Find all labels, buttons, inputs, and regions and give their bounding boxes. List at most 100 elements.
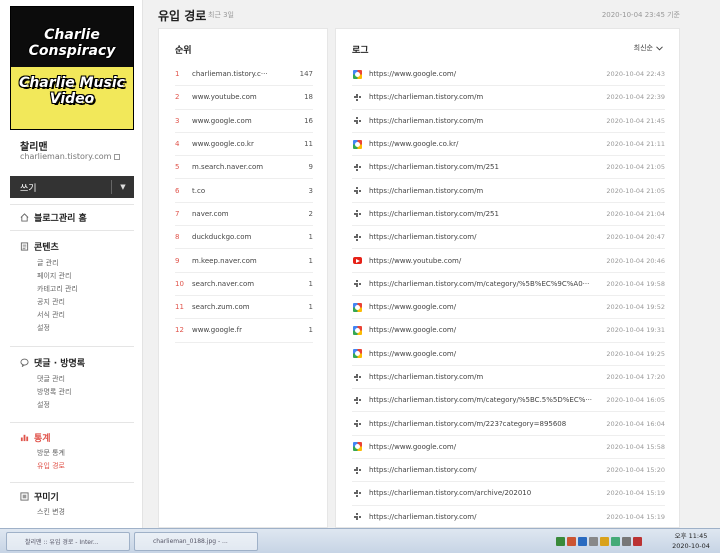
log-heading: 로그 (352, 46, 369, 56)
tray-app-icon[interactable] (589, 537, 598, 546)
log-time: 2020-10-04 20:46 (606, 256, 665, 265)
log-url-link[interactable]: https://charlieman.tistory.com/m (369, 187, 606, 195)
nav-item-page-manage[interactable]: 페이지 관리 (37, 271, 71, 281)
blog-name[interactable]: 찰리맨 (20, 138, 48, 153)
rank-row[interactable]: 2 www.youtube.com 18 (175, 86, 313, 110)
log-row[interactable]: https://www.google.com/2020-10-04 22:43 (352, 63, 665, 87)
rank-count: 16 (304, 116, 313, 125)
rank-row[interactable]: 8 duckduckgo.com 1 (175, 226, 313, 250)
nav-item-content-settings[interactable]: 설정 (37, 323, 50, 333)
blog-thumbnail[interactable]: Charlie Conspiracy Charlie Music Video (10, 6, 134, 130)
rank-count: 1 (308, 303, 313, 312)
log-row[interactable]: https://charlieman.tistory.com/m 2020-10-… (352, 179, 665, 203)
log-url-link[interactable]: https://charlieman.tistory.com/m/categor… (369, 396, 606, 404)
log-url-link[interactable]: https://charlieman.tistory.com/archive/2… (369, 489, 606, 497)
log-url-link[interactable]: https://www.google.com/ (369, 70, 606, 78)
network-icon[interactable] (611, 537, 620, 546)
nav-item-referrer[interactable]: 유입 경로 (37, 461, 65, 471)
nav-item-guestbook-manage[interactable]: 방명록 관리 (37, 387, 71, 397)
log-row[interactable]: https://www.google.com/2020-10-04 19:31 (352, 319, 665, 343)
log-url-link[interactable]: https://www.google.com/ (369, 443, 606, 451)
log-row[interactable]: https://www.youtube.com/2020-10-04 20:46 (352, 249, 665, 273)
nav-item-template-manage[interactable]: 서식 관리 (37, 310, 65, 320)
log-url-link[interactable]: https://charlieman.tistory.com/ (369, 233, 606, 241)
rank-row[interactable]: 12 www.google.fr 1 (175, 319, 313, 343)
log-row[interactable]: https://charlieman.tistory.com/m/categor… (352, 273, 665, 296)
volume-icon[interactable] (622, 537, 631, 546)
nav-section-stats[interactable]: 통계 (20, 431, 51, 444)
log-url-link[interactable]: https://www.youtube.com/ (369, 257, 606, 265)
log-url-link[interactable]: https://www.google.com/ (369, 303, 606, 311)
log-row[interactable]: https://charlieman.tistory.com/m/251 2020… (352, 203, 665, 227)
rank-row[interactable]: 4 www.google.co.kr 11 (175, 133, 313, 157)
nav-item-visit-stats[interactable]: 방문 통계 (37, 448, 65, 458)
rank-row[interactable]: 6 t.co 3 (175, 179, 313, 203)
rank-site: www.google.fr (192, 326, 243, 335)
log-url-link[interactable]: https://charlieman.tistory.com/m (369, 117, 606, 125)
log-url-link[interactable]: https://charlieman.tistory.com/m/categor… (369, 280, 606, 288)
nav-section-contents[interactable]: 콘텐츠 (20, 240, 59, 253)
log-url-link[interactable]: https://charlieman.tistory.com/m/251 (369, 210, 606, 218)
nav-item-category-manage[interactable]: 카테고리 관리 (37, 284, 78, 294)
log-row[interactable]: https://charlieman.tistory.com/2020-10-0… (352, 459, 665, 483)
sort-dropdown[interactable]: 최신순 (634, 43, 663, 53)
rank-row[interactable]: 9 m.keep.naver.com 1 (175, 249, 313, 273)
rank-row[interactable]: 1 charlieman.tistory.c··· 147 (175, 63, 313, 87)
rank-row[interactable]: 7 naver.com 2 (175, 203, 313, 227)
nav-home[interactable]: 블로그관리 홈 (20, 211, 87, 224)
blog-url-link[interactable]: charlieman.tistory.com (20, 152, 121, 161)
log-row[interactable]: https://charlieman.tistory.com/m/categor… (352, 389, 665, 413)
tray-app-icon[interactable] (600, 537, 609, 546)
log-time: 2020-10-04 15:19 (606, 489, 665, 498)
write-button[interactable]: 쓰기 ▼ (10, 176, 134, 198)
log-row[interactable]: https://charlieman.tistory.com/archive/2… (352, 482, 665, 506)
log-row[interactable]: https://www.google.com/2020-10-04 19:52 (352, 296, 665, 320)
log-url-link[interactable]: https://charlieman.tistory.com/m/251 (369, 163, 606, 171)
nav-item-skin-change[interactable]: 스킨 변경 (37, 507, 65, 517)
log-url-link[interactable]: https://www.google.com/ (369, 350, 606, 358)
log-url-link[interactable]: https://www.google.com/ (369, 326, 606, 334)
flag-icon[interactable] (633, 537, 642, 546)
nav-section-title: 콘텐츠 (34, 243, 59, 253)
tray-app-icon[interactable] (556, 537, 565, 546)
taskbar-button[interactable]: 찰리맨 :: 유입 경로 - Inter... (6, 532, 130, 551)
log-url-link[interactable]: https://charlieman.tistory.com/m (369, 373, 606, 381)
rank-row[interactable]: 5 m.search.naver.com 9 (175, 156, 313, 180)
nav-section-comments[interactable]: 댓글 · 방명록 (20, 356, 85, 369)
log-row[interactable]: https://charlieman.tistory.com/m 2020-10-… (352, 86, 665, 110)
tistory-icon (352, 279, 362, 289)
log-url-link[interactable]: https://charlieman.tistory.com/ (369, 466, 606, 474)
system-tray[interactable] (556, 532, 664, 551)
log-row[interactable]: https://www.google.com/2020-10-04 19:25 (352, 343, 665, 366)
tray-app-icon[interactable] (567, 537, 576, 546)
nav-item-notice-manage[interactable]: 공지 관리 (37, 297, 65, 307)
log-row[interactable]: https://charlieman.tistory.com/m 2020-10-… (352, 110, 665, 133)
rank-row[interactable]: 11 search.zum.com 1 (175, 296, 313, 320)
log-row[interactable]: https://charlieman.tistory.com/m/251 2020… (352, 156, 665, 180)
taskbar-clock[interactable]: 오후 11:45 2020-10-04 (666, 531, 716, 551)
rank-row[interactable]: 10 search.naver.com 1 (175, 273, 313, 296)
log-row[interactable]: https://charlieman.tistory.com/2020-10-0… (352, 226, 665, 250)
rank-row[interactable]: 3 www.google.com 16 (175, 110, 313, 133)
log-url-link[interactable]: https://www.google.co.kr/ (369, 140, 606, 148)
rank-count: 1 (308, 279, 313, 288)
log-url-link[interactable]: https://charlieman.tistory.com/m (369, 93, 606, 101)
chevron-down-icon[interactable]: ▼ (112, 183, 134, 191)
log-row[interactable]: https://www.google.co.kr/2020-10-04 21:1… (352, 133, 665, 157)
taskbar-button[interactable]: charlieman_0188.jpg - ... (134, 532, 258, 551)
document-icon (20, 242, 29, 251)
log-row[interactable]: https://charlieman.tistory.com/m 2020-10-… (352, 366, 665, 390)
tray-app-icon[interactable] (578, 537, 587, 546)
nav-section-decorate[interactable]: 꾸미기 (20, 490, 59, 503)
log-row[interactable]: https://charlieman.tistory.com/2020-10-0… (352, 506, 665, 527)
log-row[interactable]: https://www.google.com/2020-10-04 15:58 (352, 436, 665, 460)
nav-item-comment-settings[interactable]: 설정 (37, 400, 50, 410)
nav-item-post-manage[interactable]: 글 관리 (37, 258, 59, 268)
log-row[interactable]: https://charlieman.tistory.com/m/223?cat… (352, 412, 665, 436)
log-time: 2020-10-04 21:11 (606, 140, 665, 149)
rank-list: 1 charlieman.tistory.c··· 147 2 www.youtube.… (175, 63, 313, 343)
nav-item-comment-manage[interactable]: 댓글 관리 (37, 374, 65, 384)
log-url-link[interactable]: https://charlieman.tistory.com/m/223?cat… (369, 420, 606, 428)
log-time: 2020-10-04 22:43 (606, 70, 665, 79)
log-url-link[interactable]: https://charlieman.tistory.com/ (369, 513, 606, 521)
